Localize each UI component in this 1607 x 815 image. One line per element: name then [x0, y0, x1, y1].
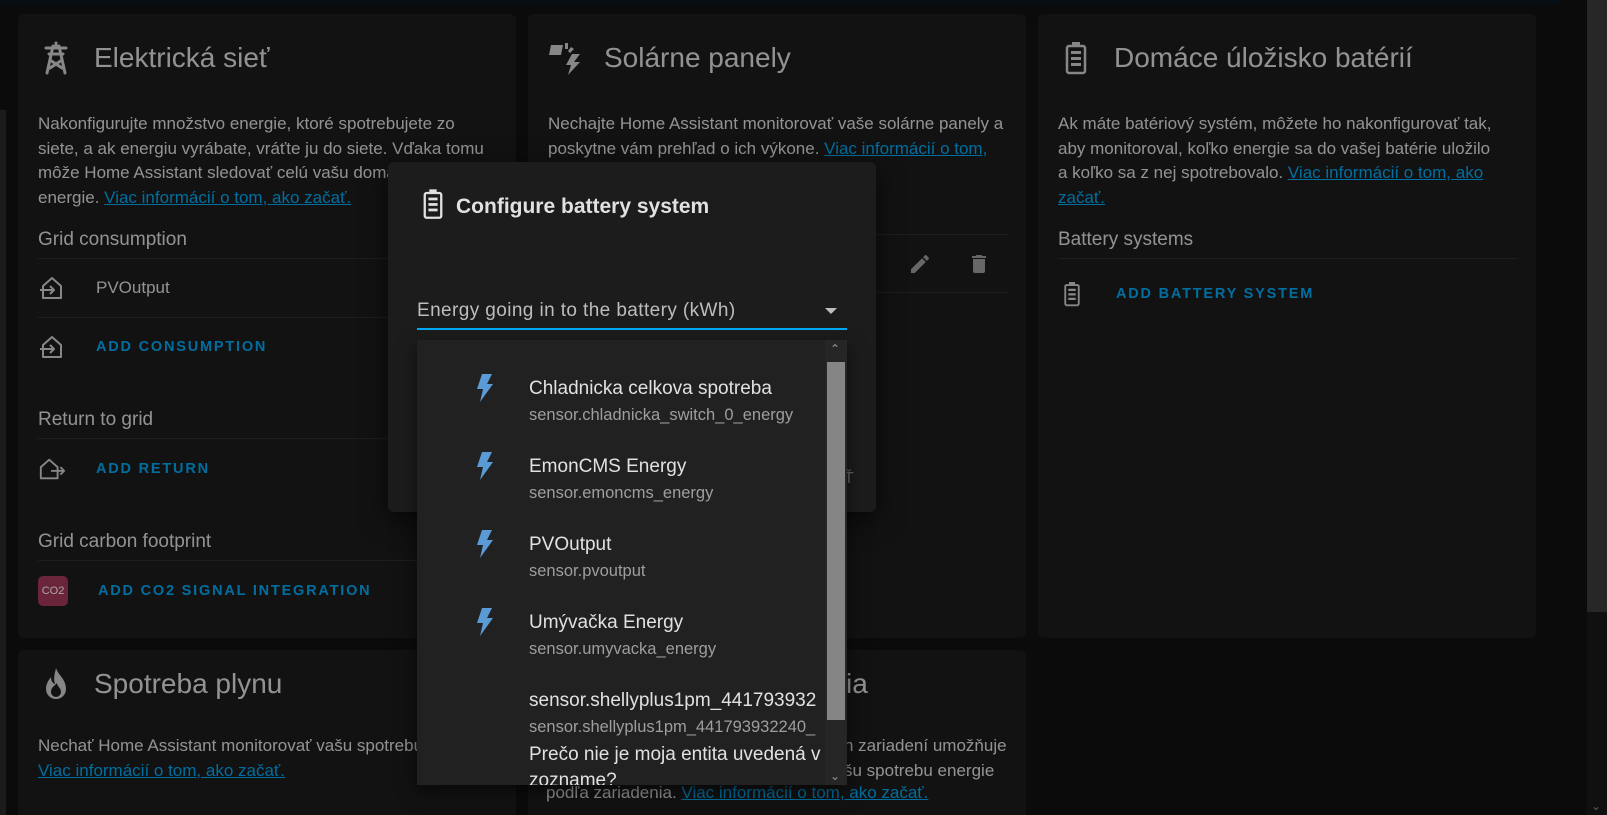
entity-dropdown-list[interactable]: Chladnicka celkova spotreba sensor.chlad…: [417, 340, 847, 785]
option-entity-id: sensor.shellyplus1pm_441793932240_: [529, 718, 816, 736]
battery-icon: [422, 188, 444, 225]
entity-not-listed-help[interactable]: Prečo nie je moja entita uvedená v zozna…: [529, 742, 829, 785]
flash-icon: [469, 528, 501, 560]
option-name: Umývačka Energy: [529, 612, 684, 633]
dialog-title: Configure battery system: [456, 194, 710, 218]
dropdown-scrollbar-thumb[interactable]: [827, 362, 845, 720]
chevron-down-icon[interactable]: ⌄: [830, 769, 840, 783]
dropdown-arrow-icon[interactable]: [825, 308, 837, 314]
list-item[interactable]: EmonCMS Energy sensor.emoncms_energy: [417, 428, 825, 506]
energy-in-input[interactable]: [417, 296, 807, 326]
option-entity-id: sensor.emoncms_energy: [529, 484, 714, 502]
list-item[interactable]: PVOutput sensor.pvoutput: [417, 506, 825, 584]
flash-icon: [469, 372, 501, 404]
option-name: Chladnicka celkova spotreba: [529, 378, 772, 399]
list-item[interactable]: Umývačka Energy sensor.umyvacka_energy: [417, 584, 825, 662]
list-item[interactable]: Chladnicka celkova spotreba sensor.chlad…: [417, 350, 825, 428]
flash-icon: [469, 450, 501, 482]
option-entity-id: sensor.umyvacka_energy: [529, 640, 717, 658]
dialog-header: Configure battery system: [422, 188, 709, 225]
flash-icon: [469, 606, 501, 638]
list-item[interactable]: sensor.shellyplus1pm_441793932 sensor.sh…: [417, 662, 825, 740]
chevron-up-icon[interactable]: ⌃: [830, 342, 840, 356]
option-name: sensor.shellyplus1pm_441793932: [529, 690, 817, 711]
option-name: PVOutput: [529, 534, 612, 555]
option-entity-id: sensor.pvoutput: [529, 562, 646, 580]
option-entity-id: sensor.chladnicka_switch_0_energy: [529, 406, 794, 424]
option-name: EmonCMS Energy: [529, 456, 687, 477]
dropdown-scrollbar[interactable]: ⌃ ⌄: [825, 340, 847, 785]
energy-in-combobox[interactable]: [417, 290, 847, 330]
